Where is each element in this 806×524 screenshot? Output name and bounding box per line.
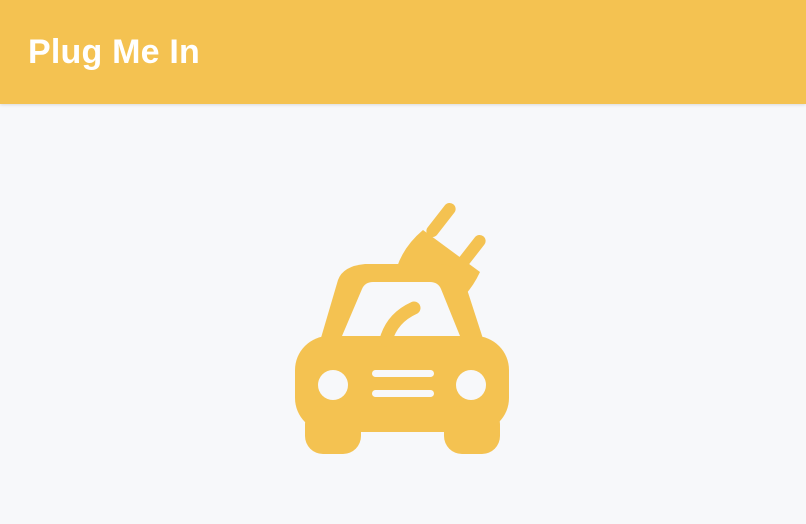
app-bar: Plug Me In bbox=[0, 0, 806, 104]
main-content bbox=[0, 104, 806, 524]
car-plug-icon bbox=[295, 202, 509, 454]
app-title: Plug Me In bbox=[28, 33, 200, 71]
app-screen: Plug Me In bbox=[0, 0, 806, 524]
